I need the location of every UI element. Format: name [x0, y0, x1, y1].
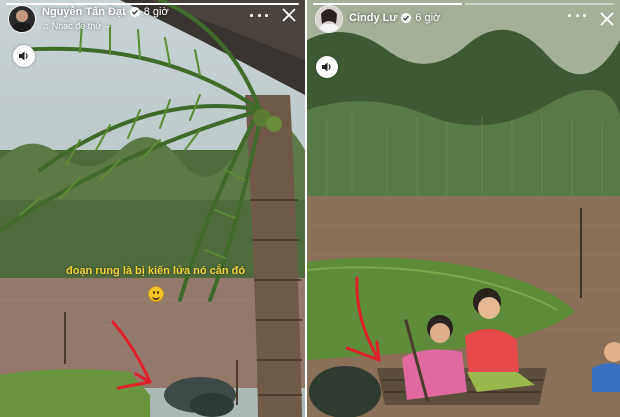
music-note-icon: ♫: [42, 20, 49, 31]
author-name[interactable]: Nguyễn Tấn Đạt: [42, 6, 126, 18]
close-icon[interactable]: [600, 12, 614, 26]
story-caption: đoạn rung là bị kiến lửa nó cắn đó: [66, 265, 246, 277]
story-header-left: Nguyễn Tấn Đạt 8 giờ ♫ Nhạc đề thử ⌄: [8, 5, 169, 33]
speaker-icon[interactable]: [316, 56, 338, 78]
story-header-right: Cindy Lư 6 giờ: [315, 5, 440, 33]
story-time: 6 giờ: [415, 12, 441, 24]
chevron-down-icon: ⌄: [104, 20, 112, 30]
story-left-photo: [0, 0, 305, 417]
story-left[interactable]: Nguyễn Tấn Đạt 8 giờ ♫ Nhạc đề thử ⌄ đoạ…: [0, 0, 305, 417]
avatar[interactable]: [315, 5, 343, 33]
avatar[interactable]: [8, 5, 36, 33]
story-right[interactable]: Cindy Lư 6 giờ: [307, 0, 620, 417]
speaker-icon[interactable]: [13, 45, 35, 67]
verified-badge-icon: [129, 7, 140, 17]
verified-badge-icon: [401, 13, 412, 23]
author-name[interactable]: Cindy Lư: [349, 12, 397, 24]
story-time: 8 giờ: [143, 6, 169, 18]
more-dots-icon[interactable]: [250, 10, 268, 20]
music-label[interactable]: ♫ Nhạc đề thử ⌄: [42, 20, 169, 31]
close-icon[interactable]: [282, 8, 296, 22]
story-right-photo: [307, 0, 620, 417]
more-dots-icon[interactable]: [568, 10, 586, 20]
grinning-emoji-icon: [148, 286, 164, 302]
